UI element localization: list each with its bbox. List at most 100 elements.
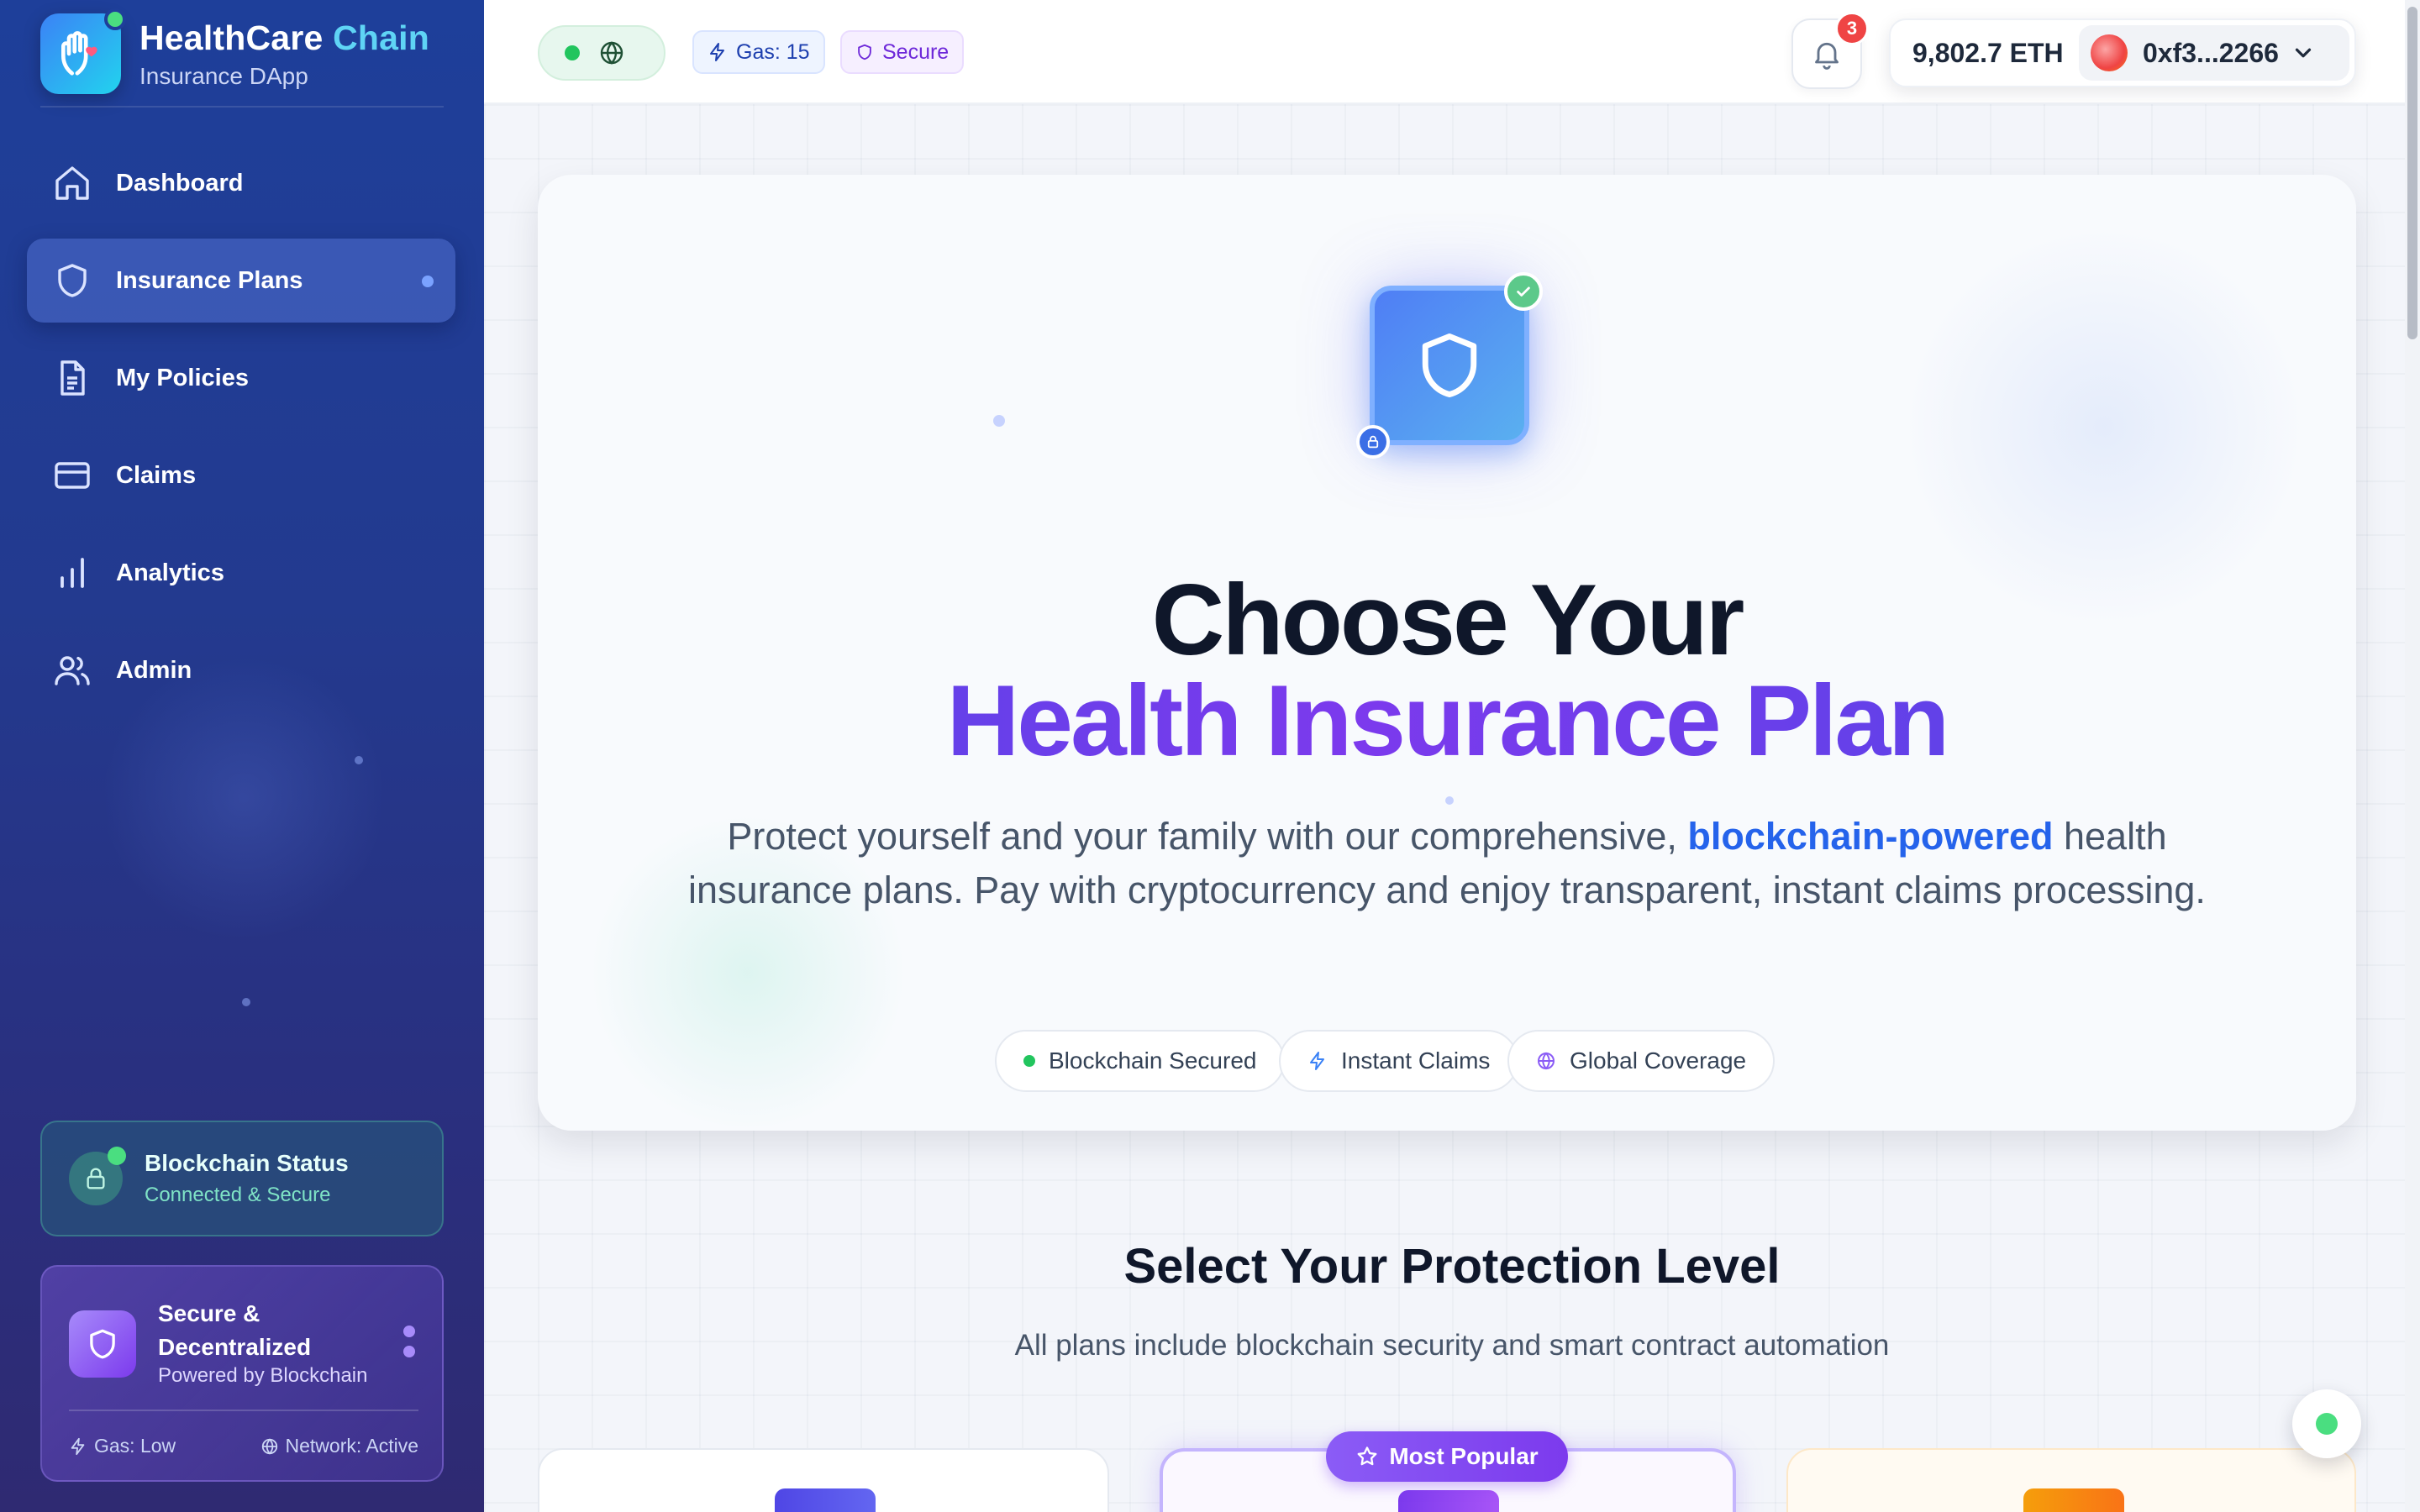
most-popular-badge: Most Popular bbox=[1326, 1431, 1568, 1482]
plan-card-premium[interactable] bbox=[1786, 1448, 2356, 1512]
lightning-icon bbox=[710, 43, 724, 61]
wallet-widget[interactable]: 9,802.7 ETH 0xf3...2266 bbox=[1889, 18, 2356, 87]
secure-chip-label: Secure bbox=[882, 39, 950, 64]
sidebar-decor-dot bbox=[242, 998, 250, 1006]
plan-card-basic[interactable] bbox=[538, 1448, 1109, 1512]
active-indicator bbox=[422, 276, 434, 287]
plan-icon bbox=[2023, 1488, 2124, 1512]
hero-description: Protect yourself and your family with ou… bbox=[688, 815, 2206, 911]
top-header: Gas: 15 Secure 3 9,802.7 ETH 0xf3...2266 bbox=[484, 0, 2420, 104]
secure-subtitle: Powered by Blockchain bbox=[158, 1364, 368, 1387]
connected-indicator bbox=[565, 45, 580, 60]
hero-decor-dot bbox=[993, 415, 1005, 427]
avatar bbox=[2091, 34, 2128, 71]
most-popular-label: Most Popular bbox=[1389, 1443, 1539, 1469]
feature-pill-blockchain-secured: Blockchain Secured bbox=[995, 1030, 1286, 1092]
brand[interactable]: HealthCare Chain Insurance DApp bbox=[40, 8, 429, 96]
sidebar-item-dashboard[interactable]: Dashboard bbox=[27, 141, 455, 225]
feature-pill-label: Global Coverage bbox=[1570, 1047, 1747, 1074]
hero-title-highlight: Health Insurance Plan bbox=[538, 670, 2356, 771]
sidebar-item-insurance-plans[interactable]: Insurance Plans bbox=[27, 239, 455, 323]
credit-card-icon bbox=[50, 454, 94, 497]
divider bbox=[69, 1410, 418, 1411]
home-icon bbox=[50, 161, 94, 205]
plan-icon bbox=[775, 1488, 876, 1512]
divider bbox=[40, 106, 444, 108]
feature-pill-global-coverage: Global Coverage bbox=[1507, 1030, 1776, 1092]
main-content: Choose Your Health Insurance Plan Protec… bbox=[484, 104, 2420, 1512]
sidebar-item-label: Claims bbox=[116, 461, 197, 489]
gas-status-label: Gas: Low bbox=[94, 1435, 176, 1457]
status-indicator bbox=[108, 1147, 126, 1165]
gas-status: Gas: Low bbox=[69, 1435, 176, 1457]
hand-heart-icon bbox=[61, 31, 97, 76]
sidebar: HealthCare Chain Insurance DApp Dashboar… bbox=[0, 0, 484, 1512]
blockchain-status-card: Blockchain Status Connected & Secure bbox=[40, 1121, 444, 1236]
users-icon bbox=[50, 648, 94, 692]
secure-card: Secure & Decentralized Powered by Blockc… bbox=[40, 1265, 444, 1482]
sidebar-item-label: Analytics bbox=[116, 559, 224, 586]
status-indicator bbox=[2316, 1413, 2338, 1435]
bar-chart-icon bbox=[50, 551, 94, 595]
plan-icon bbox=[1398, 1490, 1499, 1512]
wallet-address: 0xf3...2266 bbox=[2143, 37, 2279, 68]
shield-icon bbox=[50, 259, 94, 302]
sidebar-item-label: Insurance Plans bbox=[116, 266, 303, 294]
hero-decor-dot bbox=[1445, 796, 1454, 805]
sidebar-decor-dot bbox=[355, 756, 363, 764]
secure-title: Secure & Decentralized bbox=[158, 1300, 312, 1360]
floating-status-button[interactable] bbox=[2292, 1389, 2361, 1458]
network-status-pill[interactable] bbox=[538, 25, 666, 81]
chevron-down-icon bbox=[2295, 48, 2312, 58]
feature-pill-instant-claims: Instant Claims bbox=[1279, 1030, 1519, 1092]
section-heading: Select Your Protection Level bbox=[1123, 1239, 1781, 1294]
sidebar-item-claims[interactable]: Claims bbox=[27, 433, 455, 517]
lightning-icon bbox=[71, 1437, 85, 1455]
page-scrollbar[interactable] bbox=[2405, 0, 2420, 1512]
wallet-balance: 9,802.7 ETH bbox=[1912, 37, 2064, 68]
feature-pill-label: Blockchain Secured bbox=[1049, 1047, 1257, 1074]
hero-shield-badge bbox=[1356, 272, 1543, 459]
shield-icon bbox=[69, 1310, 136, 1378]
notifications-button[interactable]: 3 bbox=[1791, 12, 1869, 89]
account-dropdown[interactable]: 0xf3...2266 bbox=[2079, 25, 2349, 81]
bell-icon bbox=[1815, 42, 1839, 70]
green-dot-icon bbox=[1023, 1055, 1035, 1067]
check-icon bbox=[1504, 272, 1543, 311]
star-icon bbox=[1357, 1446, 1377, 1466]
shield-icon bbox=[1422, 333, 1477, 397]
globe-icon bbox=[1538, 1052, 1555, 1070]
sidebar-item-label: Dashboard bbox=[116, 169, 244, 197]
online-indicator bbox=[104, 8, 126, 30]
shield-icon bbox=[858, 44, 871, 60]
hero-title: Choose Your bbox=[1151, 564, 1745, 676]
network-status: Network: Active bbox=[260, 1435, 419, 1457]
hero-card: Choose Your Health Insurance Plan Protec… bbox=[538, 175, 2356, 1131]
brand-subtitle: Insurance DApp bbox=[139, 62, 308, 89]
document-icon bbox=[50, 356, 94, 400]
feature-pill-label: Instant Claims bbox=[1341, 1047, 1491, 1074]
status-subtitle: Connected & Secure bbox=[145, 1184, 331, 1206]
secure-chip: Secure bbox=[840, 30, 965, 74]
globe-icon bbox=[600, 41, 623, 65]
brand-logo bbox=[40, 8, 126, 94]
lock-icon bbox=[69, 1147, 126, 1205]
lightning-icon bbox=[1310, 1052, 1324, 1070]
sidebar-item-my-policies[interactable]: My Policies bbox=[27, 336, 455, 420]
brand-name: HealthCare Chain bbox=[139, 18, 429, 57]
status-dots bbox=[403, 1326, 415, 1366]
hero-decor bbox=[1902, 225, 2306, 628]
sidebar-item-label: Admin bbox=[116, 656, 192, 684]
sidebar-item-admin[interactable]: Admin bbox=[27, 628, 455, 712]
gas-chip: Gas: 15 bbox=[692, 30, 825, 74]
section-subheading: All plans include blockchain security an… bbox=[1014, 1329, 1890, 1362]
notification-count-badge: 3 bbox=[1835, 12, 1869, 45]
globe-icon bbox=[261, 1437, 277, 1455]
lock-icon bbox=[1356, 425, 1390, 459]
network-status-label: Network: Active bbox=[285, 1435, 419, 1457]
scrollbar-thumb[interactable] bbox=[2407, 7, 2417, 339]
sidebar-item-label: My Policies bbox=[116, 364, 249, 391]
status-title: Blockchain Status bbox=[145, 1150, 349, 1176]
sidebar-item-analytics[interactable]: Analytics bbox=[27, 531, 455, 615]
gas-chip-label: Gas: 15 bbox=[736, 39, 810, 64]
